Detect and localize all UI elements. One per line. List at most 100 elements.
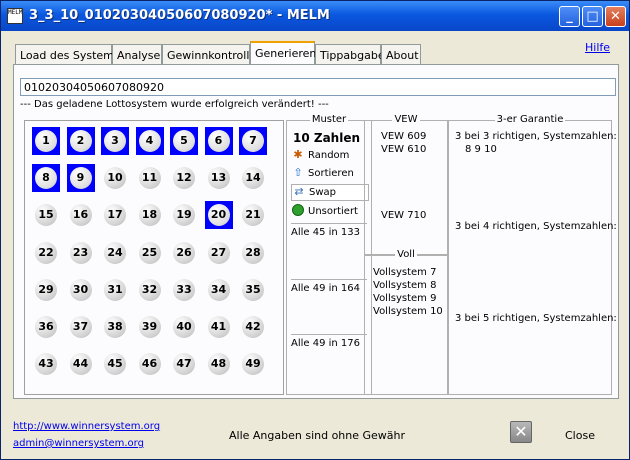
maximize-button[interactable]: □ <box>582 6 603 27</box>
lotto-ball-23[interactable]: 23 <box>67 239 95 267</box>
vew-610[interactable]: VEW 610 <box>381 144 426 155</box>
lotto-ball-14[interactable]: 14 <box>239 164 267 192</box>
lotto-ball-number: 6 <box>207 130 230 152</box>
lotto-ball-42[interactable]: 42 <box>239 313 267 341</box>
tab-about[interactable]: About <box>381 44 421 64</box>
lotto-ball-number: 21 <box>242 204 264 227</box>
lotto-ball-43[interactable]: 43 <box>32 350 60 378</box>
garantie-3-bei-4[interactable]: 3 bei 4 richtigen, Systemzahlen: <box>455 221 617 232</box>
status-message: --- Das geladene Lottosystem wurde erfol… <box>20 99 329 110</box>
swap-button[interactable]: ⇄ Swap <box>291 184 369 201</box>
lotto-ball-2[interactable]: 2 <box>66 127 95 155</box>
lotto-ball-33[interactable]: 33 <box>170 276 198 304</box>
lotto-ball-35[interactable]: 35 <box>239 276 267 304</box>
lotto-ball-13[interactable]: 13 <box>205 164 233 192</box>
lotto-ball-34[interactable]: 34 <box>205 276 233 304</box>
lotto-ball-38[interactable]: 38 <box>101 313 129 341</box>
lotto-ball-8[interactable]: 8 <box>32 164 60 193</box>
lotto-ball-48[interactable]: 48 <box>205 350 233 378</box>
lotto-ball-20[interactable]: 20 <box>204 201 233 230</box>
lotto-ball-6[interactable]: 6 <box>204 127 233 155</box>
email-link[interactable]: admin@winnersystem.org <box>13 438 144 449</box>
lotto-ball-28[interactable]: 28 <box>239 239 267 267</box>
number-count: 10 Zahlen <box>293 131 361 145</box>
lotto-ball-37[interactable]: 37 <box>67 313 95 341</box>
lotto-ball-9[interactable]: 9 <box>66 164 95 193</box>
vew-609[interactable]: VEW 609 <box>381 131 426 142</box>
lotto-ball-1[interactable]: 1 <box>32 127 60 155</box>
lotto-ball-47[interactable]: 47 <box>170 350 198 378</box>
lotto-ball-24[interactable]: 24 <box>101 239 129 267</box>
lotto-ball-40[interactable]: 40 <box>170 313 198 341</box>
lotto-ball-27[interactable]: 27 <box>205 239 233 267</box>
tab-analyse[interactable]: Analyse <box>112 44 162 64</box>
tab-gewinnkontrolle[interactable]: Gewinnkontrolle <box>162 44 256 64</box>
lotto-ball-number: 17 <box>104 204 126 227</box>
lotto-ball-29[interactable]: 29 <box>32 276 60 304</box>
swap-icon: ⇄ <box>294 185 304 198</box>
tab-generieren[interactable]: Generieren <box>250 41 316 65</box>
lotto-ball-18[interactable]: 18 <box>136 201 164 229</box>
tab-tippabgabe[interactable]: Tippabgabe <box>315 44 385 64</box>
sortieren-button[interactable]: ⇧ Sortieren <box>291 166 369 183</box>
lotto-ball-26[interactable]: 26 <box>170 239 198 267</box>
vollsystem-9[interactable]: Vollsystem 9 <box>373 293 436 304</box>
lotto-ball-17[interactable]: 17 <box>101 201 129 229</box>
lotto-ball-45[interactable]: 45 <box>101 350 129 378</box>
lotto-ball-46[interactable]: 46 <box>136 350 164 378</box>
lotto-ball-3[interactable]: 3 <box>101 127 129 155</box>
close-window-button[interactable]: ✕ <box>605 6 626 27</box>
lotto-ball-number: 35 <box>242 278 264 301</box>
title-bar[interactable]: MELM 3_3_10_01020304050607080920* - MELM… <box>1 1 629 31</box>
lotto-ball-21[interactable]: 21 <box>239 201 267 229</box>
vollsystem-7[interactable]: Vollsystem 7 <box>373 267 436 278</box>
lotto-ball-30[interactable]: 30 <box>67 276 95 304</box>
lotto-ball-39[interactable]: 39 <box>136 313 164 341</box>
lotto-ball-number: 5 <box>173 130 195 152</box>
lotto-ball-31[interactable]: 31 <box>101 276 129 304</box>
lotto-ball-41[interactable]: 41 <box>205 313 233 341</box>
stat-49-176: Alle 49 in 176 <box>291 334 367 349</box>
lotto-ball-number: 10 <box>104 167 126 190</box>
muster-group: Muster 10 Zahlen ✱ Random ⇧ Sortieren ⇄ Swa… <box>286 114 372 395</box>
lotto-ball-5[interactable]: 5 <box>170 127 198 155</box>
lotto-ball-4[interactable]: 4 <box>135 127 164 155</box>
system-code-input[interactable] <box>20 78 616 96</box>
lotto-ball-16[interactable]: 16 <box>67 201 95 229</box>
lotto-ball-36[interactable]: 36 <box>32 313 60 341</box>
lotto-ball-number: 28 <box>242 241 264 264</box>
tab-load-des-systems[interactable]: Load des Systems <box>15 44 120 64</box>
lotto-ball-11[interactable]: 11 <box>136 164 164 192</box>
lotto-ball-number: 14 <box>242 167 264 190</box>
lotto-ball-number: 33 <box>173 278 195 301</box>
lotto-ball-25[interactable]: 25 <box>136 239 164 267</box>
lotto-ball-32[interactable]: 32 <box>136 276 164 304</box>
vew-710[interactable]: VEW 710 <box>381 210 426 221</box>
lotto-ball-number: 23 <box>69 241 92 264</box>
green-circle-icon <box>291 204 305 218</box>
vollsystem-8[interactable]: Vollsystem 8 <box>373 280 436 291</box>
random-button[interactable]: ✱ Random <box>291 148 369 165</box>
lotto-ball-19[interactable]: 19 <box>170 201 198 229</box>
garantie-3-bei-3[interactable]: 3 bei 3 richtigen, Systemzahlen: <box>455 131 617 142</box>
help-link[interactable]: Hilfe <box>585 41 610 54</box>
lotto-ball-22[interactable]: 22 <box>32 239 60 267</box>
lotto-ball-44[interactable]: 44 <box>67 350 95 378</box>
lotto-ball-7[interactable]: 7 <box>239 127 267 155</box>
minimize-button[interactable]: _ <box>559 6 580 27</box>
lotto-ball-number: 43 <box>35 353 57 376</box>
lotto-ball-15[interactable]: 15 <box>32 201 60 229</box>
unsortiert-button[interactable]: Unsortiert <box>291 204 369 221</box>
generieren-panel: --- Das geladene Lottosystem wurde erfol… <box>13 64 619 399</box>
lotto-ball-number: 7 <box>242 130 264 152</box>
close-icon-button[interactable]: ✕ <box>510 421 532 443</box>
lotto-ball-49[interactable]: 49 <box>239 350 267 378</box>
garantie-3-bei-5[interactable]: 3 bei 5 richtigen, Systemzahlen: <box>455 313 617 324</box>
vew-group: VEW VEW 609 VEW 610 VEW 710 <box>364 114 448 255</box>
lotto-ball-12[interactable]: 12 <box>170 164 198 192</box>
close-button-label[interactable]: Close <box>565 429 595 442</box>
lotto-ball-10[interactable]: 10 <box>101 164 129 192</box>
lotto-ball-number: 42 <box>242 316 264 338</box>
vollsystem-10[interactable]: Vollsystem 10 <box>373 306 443 317</box>
website-link[interactable]: http://www.winnersystem.org <box>13 421 160 432</box>
